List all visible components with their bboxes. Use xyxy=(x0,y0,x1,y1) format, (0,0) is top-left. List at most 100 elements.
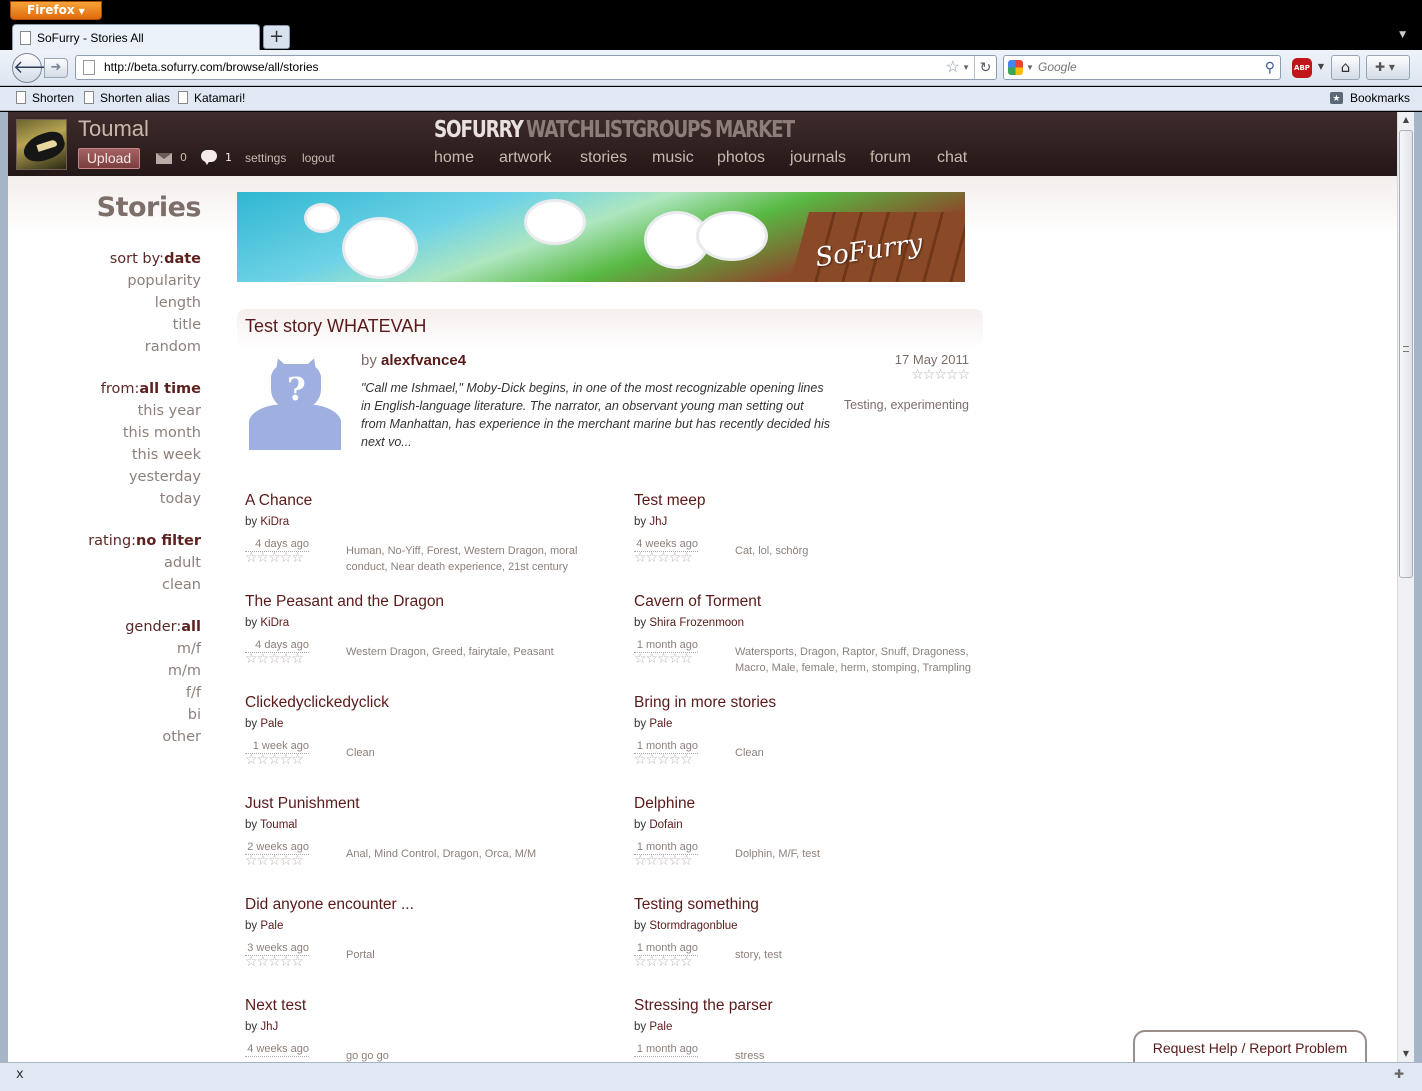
search-engine-dropdown-icon[interactable]: ▼ xyxy=(1026,56,1034,79)
rating-stars-icon[interactable]: ☆☆☆☆☆ xyxy=(634,753,693,767)
filter-selected[interactable]: no filter xyxy=(136,533,201,549)
story-author[interactable]: KiDra xyxy=(260,516,289,528)
bookmark-star-icon[interactable]: ☆ xyxy=(946,56,960,79)
subnav-photos[interactable]: photos xyxy=(717,149,765,167)
filter-option[interactable]: m/m xyxy=(125,660,201,682)
subnav-stories[interactable]: stories xyxy=(580,149,627,167)
settings-link[interactable]: settings xyxy=(245,151,286,165)
forward-button[interactable]: ➜ xyxy=(44,58,68,78)
rating-stars-icon[interactable]: ☆☆☆☆☆ xyxy=(634,551,693,565)
filter-selected[interactable]: all xyxy=(181,619,201,635)
bookmark-shorten-alias[interactable]: Shorten alias xyxy=(82,87,170,110)
firefox-menu-button[interactable]: Firefox ▼ xyxy=(10,1,102,20)
story-author[interactable]: Toumal xyxy=(260,819,297,831)
rating-stars-icon[interactable]: ☆☆☆☆☆ xyxy=(634,854,693,868)
search-bar[interactable]: ▼ Google ⚲ xyxy=(1003,55,1281,80)
new-tab-button[interactable]: + xyxy=(263,25,290,49)
filter-option[interactable]: random xyxy=(110,336,201,358)
section-sofurry[interactable]: SOFURRY xyxy=(434,117,524,143)
home-button[interactable]: ⌂ xyxy=(1331,55,1360,80)
upload-button[interactable]: Upload xyxy=(78,148,140,169)
story-title[interactable]: Delphine xyxy=(634,795,695,813)
story-title[interactable]: The Peasant and the Dragon xyxy=(245,593,444,611)
chat-bubble-icon[interactable] xyxy=(201,150,217,165)
story-title[interactable]: Just Punishment xyxy=(245,795,360,813)
subnav-journals[interactable]: journals xyxy=(790,149,846,167)
story-author[interactable]: Pale xyxy=(649,1021,672,1033)
rating-stars-icon[interactable]: ☆☆☆☆☆ xyxy=(911,368,970,382)
filter-option[interactable]: m/f xyxy=(125,638,201,660)
story-author[interactable]: Pale xyxy=(649,718,672,730)
scroll-up-icon[interactable]: ▲ xyxy=(1398,112,1414,128)
story-author[interactable]: KiDra xyxy=(260,617,289,629)
story-title[interactable]: Next test xyxy=(245,997,306,1015)
subnav-forum[interactable]: forum xyxy=(870,149,911,167)
filter-option[interactable]: this week xyxy=(101,444,201,466)
filter-selected[interactable]: date xyxy=(164,251,201,267)
addon-bar-icon[interactable]: ✚ xyxy=(1394,1067,1404,1081)
story-title[interactable]: Test meep xyxy=(634,492,706,510)
tab-sofurry-stories[interactable]: SoFurry - Stories All xyxy=(12,24,260,50)
filter-option[interactable]: popularity xyxy=(110,270,201,292)
rating-stars-icon[interactable]: ☆☆☆☆☆ xyxy=(245,854,304,868)
story-author[interactable]: Pale xyxy=(260,718,283,730)
featured-story-title[interactable]: Test story WHATEVAH xyxy=(245,316,426,337)
story-author[interactable]: Dofain xyxy=(649,819,682,831)
filter-option[interactable]: other xyxy=(125,726,201,748)
username[interactable]: Toumal xyxy=(78,116,149,142)
rating-stars-icon[interactable]: ☆☆☆☆☆ xyxy=(245,753,304,767)
section-watchlist[interactable]: WATCHLIST xyxy=(526,117,635,143)
section-groups[interactable]: GROUPS xyxy=(632,117,713,143)
rating-stars-icon[interactable]: ☆☆☆☆☆ xyxy=(245,551,304,565)
filter-option[interactable]: yesterday xyxy=(101,466,201,488)
story-author[interactable]: JhJ xyxy=(649,516,667,528)
subnav-chat[interactable]: chat xyxy=(937,149,967,167)
scrollbar-thumb[interactable] xyxy=(1399,130,1413,578)
url-bar[interactable]: http://beta.sofurry.com/browse/all/stori… xyxy=(75,55,997,80)
filter-option[interactable]: f/f xyxy=(125,682,201,704)
filter-option[interactable]: title xyxy=(110,314,201,336)
story-title[interactable]: Did anyone encounter ... xyxy=(245,896,414,914)
filter-option[interactable]: adult xyxy=(88,552,201,574)
vertical-scrollbar[interactable]: ▲ ▼ xyxy=(1397,112,1414,1062)
bookmarks-menu-button[interactable]: ★ Bookmarks xyxy=(1329,87,1410,110)
subnav-artwork[interactable]: artwork xyxy=(499,149,551,167)
mail-icon[interactable] xyxy=(156,153,172,164)
filter-selected[interactable]: all time xyxy=(139,381,201,397)
filter-option[interactable]: bi xyxy=(125,704,201,726)
search-icon[interactable]: ⚲ xyxy=(1265,56,1275,79)
adblock-plus-button[interactable]: ABP ▼ xyxy=(1290,57,1324,79)
bookmark-shorten[interactable]: Shorten xyxy=(14,87,74,110)
section-market[interactable]: MARKET xyxy=(715,117,795,143)
back-button[interactable]: 🡐 xyxy=(12,53,61,83)
filter-option[interactable]: this month xyxy=(101,422,201,444)
scroll-down-icon[interactable]: ▼ xyxy=(1398,1046,1414,1062)
story-author[interactable]: Pale xyxy=(260,920,283,932)
story-author[interactable]: Shira Frozenmoon xyxy=(649,617,744,629)
rating-stars-icon[interactable]: ☆☆☆☆☆ xyxy=(634,955,693,969)
filter-option[interactable]: this year xyxy=(101,400,201,422)
google-icon[interactable] xyxy=(1008,60,1023,75)
story-thumbnail-placeholder[interactable]: ? xyxy=(249,355,341,450)
story-title[interactable]: A Chance xyxy=(245,492,312,510)
rating-stars-icon[interactable]: ☆☆☆☆☆ xyxy=(634,652,693,666)
filter-option[interactable]: today xyxy=(101,488,201,510)
story-title[interactable]: Bring in more stories xyxy=(634,694,776,712)
story-title[interactable]: Clickedyclickedyclick xyxy=(245,694,389,712)
logout-link[interactable]: logout xyxy=(302,151,335,165)
rating-stars-icon[interactable]: ☆☆☆☆☆ xyxy=(245,652,304,666)
extension-button[interactable]: ✚ ▾ xyxy=(1366,55,1410,80)
story-author[interactable]: Stormdragonblue xyxy=(649,920,737,932)
subnav-home[interactable]: home xyxy=(434,149,474,167)
reload-icon[interactable]: ↻ xyxy=(974,56,996,79)
filter-option[interactable]: length xyxy=(110,292,201,314)
featured-author[interactable]: alexfvance4 xyxy=(381,352,466,369)
story-author[interactable]: JhJ xyxy=(260,1021,278,1033)
site-banner[interactable]: SoFurry xyxy=(237,192,965,282)
close-icon[interactable]: x xyxy=(16,1067,24,1082)
report-problem-link[interactable]: Report Problem xyxy=(1249,1040,1347,1056)
story-title[interactable]: Stressing the parser xyxy=(634,997,773,1015)
bookmark-katamari[interactable]: Katamari! xyxy=(176,87,245,110)
rating-stars-icon[interactable]: ☆☆☆☆☆ xyxy=(245,955,304,969)
url-history-dropdown-icon[interactable]: ▼ xyxy=(962,56,970,79)
